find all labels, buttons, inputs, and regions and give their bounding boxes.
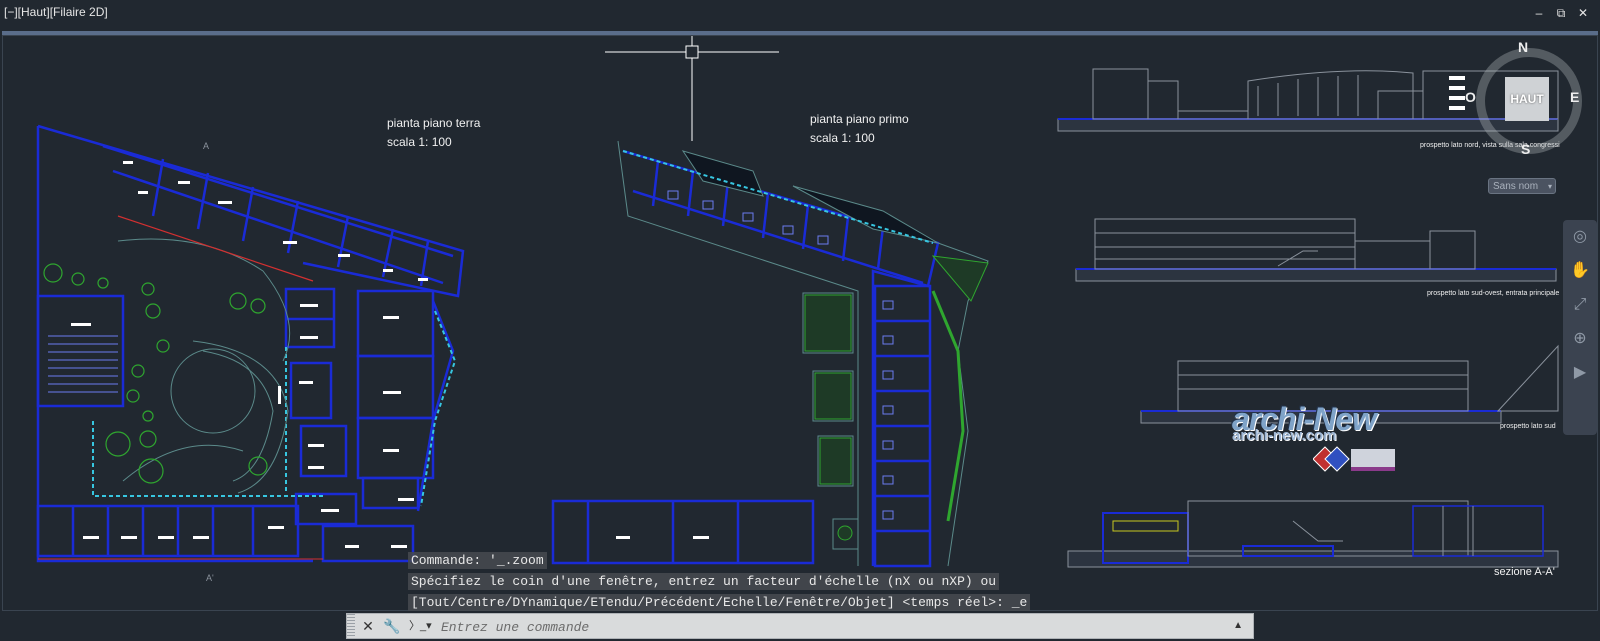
section-caption: sezione A-A' [1494,566,1555,578]
ground-floor-landscape [117,238,291,494]
steering-wheel-icon[interactable]: ◎ [1563,220,1597,254]
viewcube[interactable]: HAUT N S E O [1465,39,1582,157]
compass-north[interactable]: N [1518,39,1528,55]
compass-east[interactable]: E [1570,89,1579,105]
first-floor-green [804,255,989,541]
section-mark-bottom: A' [206,573,214,583]
watermark-site: archi-new.com [1232,427,1337,444]
cad-drawing[interactable] [3,36,1599,612]
restore-icon[interactable]: ⧉ [1554,6,1568,21]
ground-floor-scale: scala 1: 100 [387,135,452,149]
first-floor-title: pianta piano primo scala 1: 100 [810,110,909,148]
command-history-line-1: Commande: '_.zoom [408,552,547,569]
first-floor-title-text: pianta piano primo [810,112,909,126]
orbit-icon[interactable]: ⊕ [1563,322,1597,356]
command-input[interactable] [439,616,1223,638]
ground-floor-seating [48,335,118,393]
drawing-canvas[interactable]: pianta piano terra scala 1: 100 pianta p… [2,35,1598,611]
viewport-label[interactable]: [−][Haut][Filaire 2D] [4,5,108,19]
minimize-icon[interactable]: – [1532,6,1546,21]
wcs-menu-label: Sans nom [1493,181,1539,192]
command-line-grip[interactable] [347,614,355,638]
showmotion-icon[interactable]: ▶ [1563,356,1597,390]
ground-floor-furniture [71,161,428,548]
compass-south[interactable]: S [1521,141,1530,157]
ground-floor-title: pianta piano terra scala 1: 100 [387,114,480,152]
section-aa [1067,500,1559,568]
command-line-bar: ✕ 🔧 〉_▾ ▲ [346,613,1254,639]
first-floor-scale: scala 1: 100 [810,131,875,145]
viewport-window-controls: – ⧉ ✕ [1532,6,1590,21]
elevation-north-white [1449,76,1465,110]
chevron-down-icon: ▾ [1547,182,1552,191]
section-mark-top: A [203,141,210,151]
command-history-line-3: [Tout/Centre/DYnamique/ETendu/Précédent/… [408,594,1031,611]
crosshair-cursor [605,36,779,141]
wrench-icon[interactable]: 🔧 [383,617,401,635]
chevron-up-icon[interactable]: ▲ [1233,617,1243,635]
zoom-extents-icon[interactable]: ⤢ [1563,288,1597,322]
close-icon[interactable]: ✕ [1576,6,1590,21]
wcs-menu[interactable]: Sans nom ▾ [1488,178,1556,194]
first-floor-roof-dark [681,150,939,244]
command-history-line-2: Spécifiez le coin d'une fenêtre, entrez … [408,573,1000,590]
elevation-south-caption: prospetto lato sud [1500,423,1556,430]
navigation-bar: ◎ ✋ ⤢ ⊕ ▶ [1563,220,1597,435]
elevation-southwest [1075,218,1557,282]
elevation-southwest-caption: prospetto lato sud-ovest, entrata princi… [1427,290,1560,297]
viewcube-face-top[interactable]: HAUT [1505,77,1549,121]
close-icon[interactable]: ✕ [359,617,377,635]
watermark-emblem [1313,446,1395,472]
red-path [117,215,314,282]
compass-west[interactable]: O [1465,89,1476,105]
ground-floor-title-text: pianta piano terra [387,116,481,130]
command-prompt-icon[interactable]: 〉_▾ [409,617,435,635]
first-floor-furniture [616,536,709,539]
pan-icon[interactable]: ✋ [1563,254,1597,288]
